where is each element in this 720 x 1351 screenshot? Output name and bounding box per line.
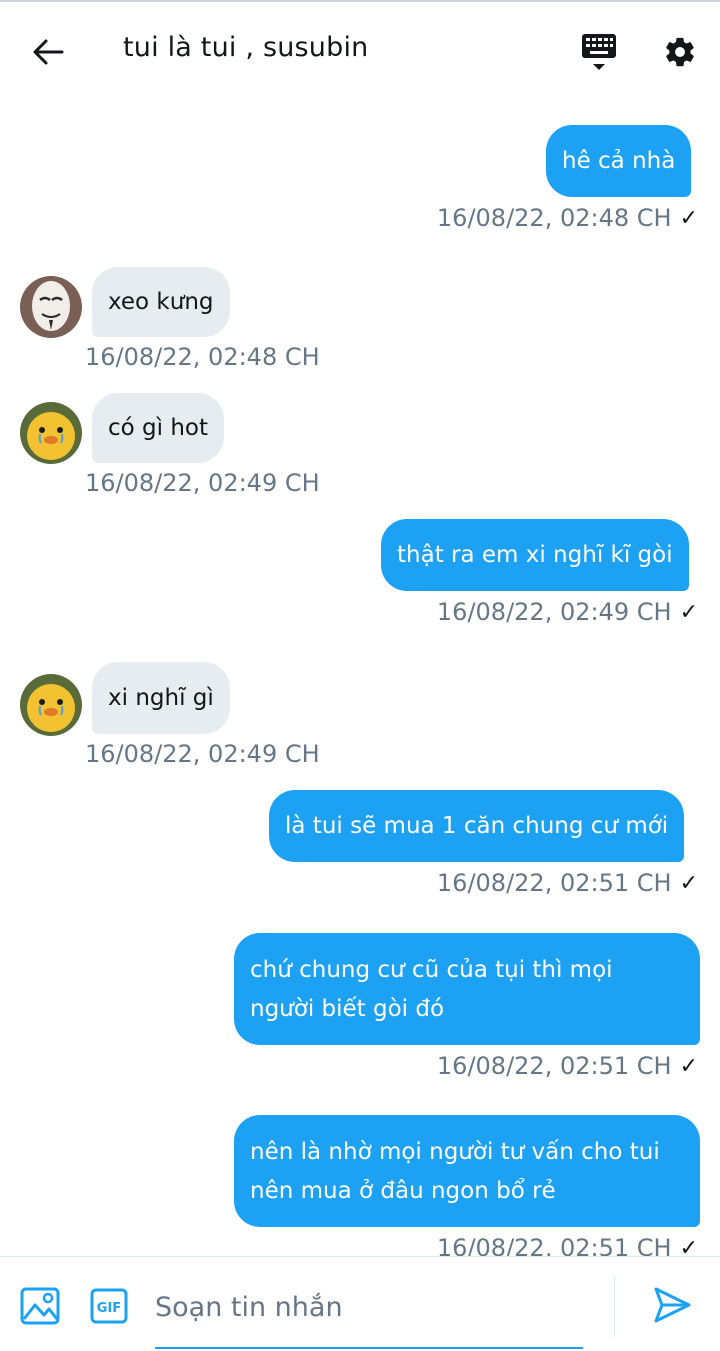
conversation-title: tui là tui , susubin — [123, 32, 369, 63]
add-gif-button[interactable]: GIF — [90, 1288, 128, 1324]
message-timestamp: 16/08/22, 02:49 CH — [85, 740, 320, 768]
image-icon — [20, 1287, 60, 1325]
message-text: nên là nhờ mọi người tư vấn cho tui nên … — [250, 1139, 660, 1204]
message-text: có gì hot — [108, 414, 208, 441]
outgoing-message-bubble[interactable]: hê cả nhà — [546, 125, 692, 197]
incoming-message-bubble[interactable]: xi nghĩ gì — [92, 662, 230, 734]
composer-divider — [614, 1275, 615, 1337]
chat-screen: tui là tui , susubin hê cả nhà 16/08/22,… — [0, 0, 720, 1351]
message-timestamp: 16/08/22, 02:51 CH ✓ — [436, 869, 698, 897]
message-text: chứ chung cư cũ của tụi thì mọi người bi… — [250, 957, 613, 1022]
incoming-message-bubble[interactable]: có gì hot — [92, 393, 224, 463]
message-composer: GIF — [0, 1256, 720, 1351]
message-list[interactable]: hê cả nhà 16/08/22, 02:48 CH ✓ xeo kưng … — [0, 100, 720, 1256]
message-timestamp: 16/08/22, 02:51 CH ✓ — [437, 1234, 698, 1256]
message-timestamp: 16/08/22, 02:49 CH ✓ — [436, 598, 698, 626]
gear-icon — [666, 37, 694, 67]
message-text: xi nghĩ gì — [108, 684, 214, 711]
message-timestamp: 16/08/22, 02:51 CH ✓ — [436, 1052, 698, 1080]
outgoing-message-bubble[interactable]: là tui sẽ mua 1 căn chung cư mới — [269, 790, 685, 862]
arrow-left-icon — [33, 39, 64, 65]
outgoing-message-bubble[interactable]: chứ chung cư cũ của tụi thì mọi người bi… — [234, 933, 700, 1045]
mask-avatar[interactable] — [20, 276, 82, 338]
duck-avatar-image — [20, 674, 82, 736]
settings-button[interactable] — [656, 28, 704, 76]
message-text: thật ra em xi nghĩ kĩ gòi — [397, 541, 673, 568]
incoming-message-bubble[interactable]: xeo kưng — [92, 267, 230, 337]
read-check-icon: ✓ — [679, 870, 698, 896]
message-text: là tui sẽ mua 1 căn chung cư mới — [285, 812, 669, 839]
keyboard-icon — [582, 34, 616, 70]
read-check-icon: ✓ — [679, 1235, 698, 1257]
duck-avatar[interactable] — [20, 674, 82, 736]
duck-avatar[interactable] — [20, 402, 82, 464]
read-check-icon: ✓ — [679, 599, 698, 625]
message-timestamp: 16/08/22, 02:48 CH ✓ — [436, 204, 698, 232]
message-timestamp: 16/08/22, 02:48 CH — [85, 343, 320, 371]
gif-icon: GIF — [90, 1288, 128, 1324]
outgoing-message-bubble[interactable]: thật ra em xi nghĩ kĩ gòi — [381, 519, 689, 591]
message-text: xeo kưng — [108, 288, 214, 315]
message-input-wrapper — [155, 1277, 583, 1349]
add-image-button[interactable] — [20, 1287, 62, 1327]
svg-text:GIF: GIF — [97, 1301, 121, 1316]
duck-avatar-image — [20, 402, 82, 464]
read-check-icon: ✓ — [679, 1053, 698, 1079]
read-check-icon: ✓ — [679, 205, 698, 231]
chat-header: tui là tui , susubin — [0, 2, 720, 100]
message-timestamp: 16/08/22, 02:49 CH — [85, 469, 320, 497]
mask-avatar-image — [20, 276, 82, 338]
message-text: hê cả nhà — [562, 147, 676, 174]
send-button[interactable] — [652, 1285, 694, 1327]
back-button[interactable] — [22, 26, 74, 78]
message-input[interactable] — [155, 1277, 583, 1337]
keyboard-shortcuts-button[interactable] — [574, 28, 624, 78]
outgoing-message-bubble[interactable]: nên là nhờ mọi người tư vấn cho tui nên … — [234, 1115, 700, 1227]
send-icon — [654, 1287, 691, 1323]
